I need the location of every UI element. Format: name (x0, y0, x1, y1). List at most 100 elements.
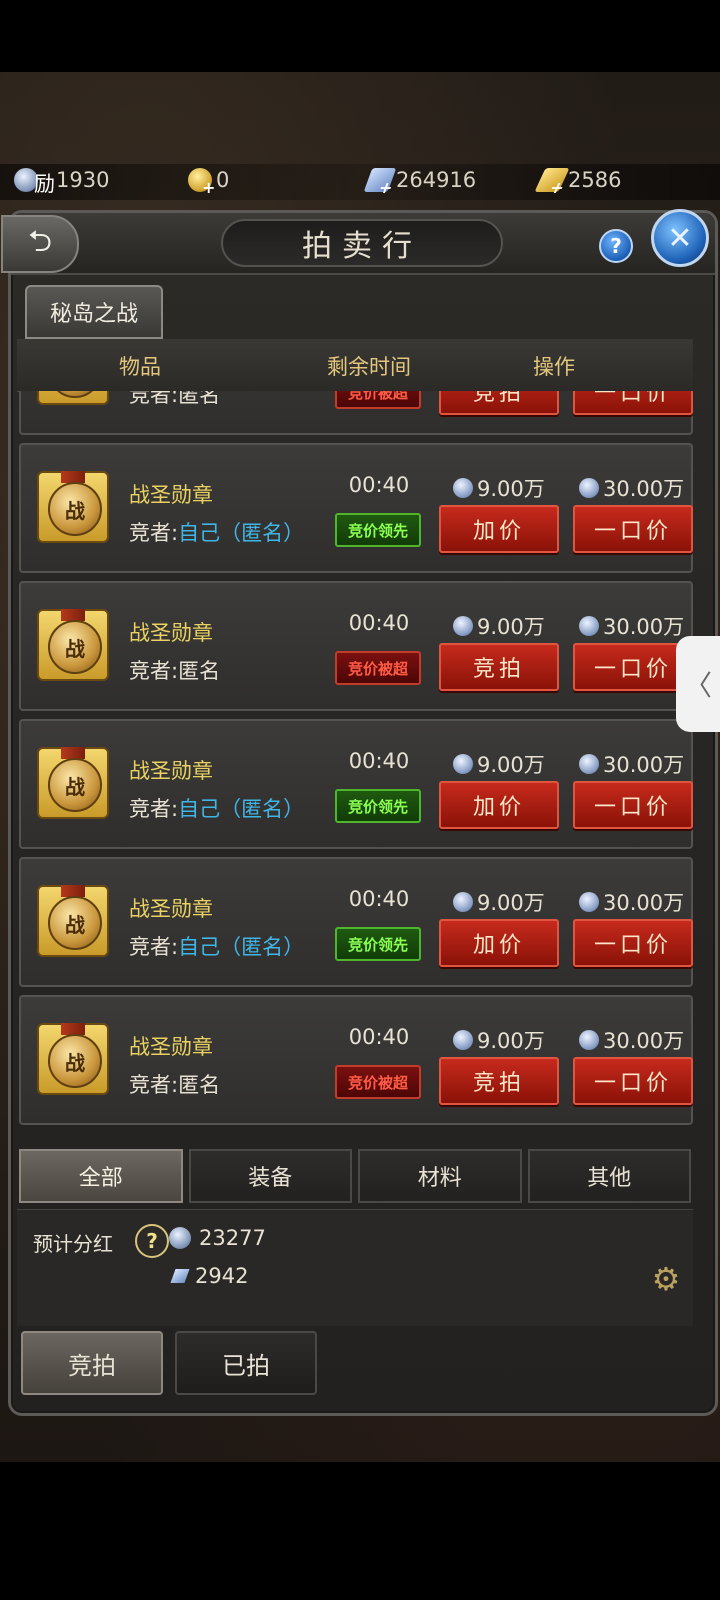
diamond-icon: + (363, 168, 397, 197)
bidder: 竞者:自己（匿名） (129, 793, 304, 823)
buyout-button[interactable]: 一口价 (573, 643, 693, 691)
bid-price-value: 9.00万 (477, 615, 545, 639)
silver-coin-icon (579, 616, 599, 636)
title-bar: ⮌ 拍卖行 ? ✕ (1, 209, 715, 275)
column-header-action: 操作 (533, 355, 575, 379)
chevron-left-icon: 〈 (683, 669, 712, 702)
auction-list[interactable]: 战 战圣勋章 竞者:匿名 竞价被超 竞拍 一口价 战 战圣勋章 竞者:自己（匿名… (17, 391, 693, 1143)
filter-tab-1[interactable]: 装备 (188, 1149, 352, 1203)
silver-coin-icon (579, 478, 599, 498)
gold-bar-icon: + (534, 168, 570, 197)
medal-char: 战 (65, 1050, 85, 1075)
bid-button[interactable]: 竞拍 (439, 1057, 559, 1105)
buyout-price-value: 30.00万 (603, 1029, 685, 1053)
silver-overlay-text: 励 (34, 172, 55, 196)
medal-char: 战 (65, 636, 85, 661)
bidder: 竞者:匿名 (129, 391, 220, 409)
medal-icon[interactable]: 战 (37, 391, 109, 405)
plus-icon: + (546, 178, 569, 197)
back-arrow-icon: ⮌ (27, 223, 53, 259)
diamond-currency[interactable]: + 264916 (363, 168, 476, 197)
tab-bid-history[interactable]: 已拍 (175, 1331, 317, 1395)
bid-button[interactable]: 加价 (439, 505, 559, 553)
back-button[interactable]: ⮌ (1, 215, 79, 273)
list-item: 战 战圣勋章 竞者:自己（匿名） 00:40 竞价领先 9.00万 30.00万… (19, 719, 693, 849)
silver-coin-icon (453, 1030, 473, 1050)
medal-icon[interactable]: 战 (37, 1023, 109, 1095)
filter-tab-2[interactable]: 材料 (358, 1149, 522, 1203)
bid-button[interactable]: 加价 (439, 919, 559, 967)
gold-bar-amount: 2586 (568, 168, 622, 192)
bid-status-badge: 竞价领先 (335, 513, 421, 547)
item-name: 战圣勋章 (129, 897, 213, 921)
bid-status-badge: 竞价被超 (335, 1065, 421, 1099)
page-title: 拍卖行 (221, 219, 503, 267)
buyout-price: 30.00万 (579, 611, 684, 641)
bidder-label: 竞者: (129, 935, 179, 959)
medal-coin: 战 (48, 482, 102, 536)
bottom-tabs: 竞拍 已拍 (21, 1331, 341, 1395)
silver-coin-icon (453, 754, 473, 774)
bid-price: 9.00万 (453, 611, 545, 641)
bidder-self: 自己（匿名） (178, 521, 305, 545)
close-button[interactable]: ✕ (651, 209, 709, 267)
bidder-label: 竞者: (129, 659, 179, 683)
bid-button[interactable]: 竞拍 (439, 643, 559, 691)
buyout-price-value: 30.00万 (603, 477, 685, 501)
silver-amount: 1930 (56, 168, 110, 192)
buyout-button[interactable]: 一口价 (573, 505, 693, 553)
question-icon[interactable]: ? (135, 1224, 169, 1258)
time-left: 00:40 (348, 611, 410, 635)
bid-price-value: 9.00万 (477, 477, 545, 501)
side-drawer-handle[interactable]: 〈 (676, 636, 720, 732)
bid-status-badge: 竞价领先 (335, 927, 421, 961)
buyout-price: 30.00万 (579, 887, 684, 917)
gear-icon[interactable]: ⚙ (649, 1260, 683, 1298)
tab-bidding[interactable]: 竞拍 (21, 1331, 163, 1395)
close-icon: ✕ (667, 220, 693, 256)
bid-price-value: 9.00万 (477, 1029, 545, 1053)
bidder: 竞者:匿名 (129, 655, 220, 685)
filter-tabs: 全部 装备 材料 其他 (19, 1149, 691, 1203)
medal-coin: 战 (48, 896, 102, 950)
silver-coin-icon (579, 754, 599, 774)
buyout-button[interactable]: 一口价 (573, 781, 693, 829)
bidder-label: 竞者: (129, 1073, 179, 1097)
gold-bar-currency[interactable]: + 2586 (534, 168, 622, 197)
filter-tab-3[interactable]: 其他 (527, 1149, 691, 1203)
currency-bar: 励 1930 + 0 + 264916 + 2586 (0, 164, 720, 200)
buyout-button[interactable]: 一口价 (573, 919, 693, 967)
silver-coin-icon (453, 616, 473, 636)
medal-icon[interactable]: 战 (37, 471, 109, 543)
gold-currency[interactable]: + 0 (188, 168, 229, 197)
silver-coin-icon (453, 478, 473, 498)
medal-icon[interactable]: 战 (37, 609, 109, 681)
buyout-price-value: 30.00万 (603, 891, 685, 915)
time-left: 00:40 (348, 473, 410, 497)
bidder: 竞者:自己（匿名） (129, 517, 304, 547)
medal-icon[interactable]: 战 (37, 885, 109, 957)
buyout-button[interactable]: 一口价 (573, 1057, 693, 1105)
tab-secret-island-battle[interactable]: 秘岛之战 (25, 285, 163, 339)
silver-coin-icon (453, 892, 473, 912)
medal-icon[interactable]: 战 (37, 747, 109, 819)
bid-price: 9.00万 (453, 887, 545, 917)
bid-price: 9.00万 (453, 1025, 545, 1055)
list-item: 战 战圣勋章 竞者:自己（匿名） 00:40 竞价领先 9.00万 30.00万… (19, 443, 693, 573)
bidder-label: 竞者: (129, 797, 179, 821)
buyout-price: 30.00万 (579, 749, 684, 779)
bid-price-value: 9.00万 (477, 891, 545, 915)
bid-price: 9.00万 (453, 749, 545, 779)
medal-char: 战 (65, 912, 85, 937)
column-header-item: 物品 (119, 355, 161, 379)
bidder: 竞者:匿名 (129, 1069, 220, 1099)
bid-status-badge: 竞价领先 (335, 789, 421, 823)
bid-button[interactable]: 加价 (439, 781, 559, 829)
bidder-name: 匿名 (178, 659, 221, 683)
help-icon[interactable]: ? (599, 229, 633, 263)
bid-button[interactable]: 竞拍 (439, 391, 559, 415)
medal-coin: 战 (48, 391, 102, 398)
filter-tab-0[interactable]: 全部 (19, 1149, 183, 1203)
buyout-button[interactable]: 一口价 (573, 391, 693, 415)
silver-currency[interactable]: 励 1930 (14, 168, 110, 196)
